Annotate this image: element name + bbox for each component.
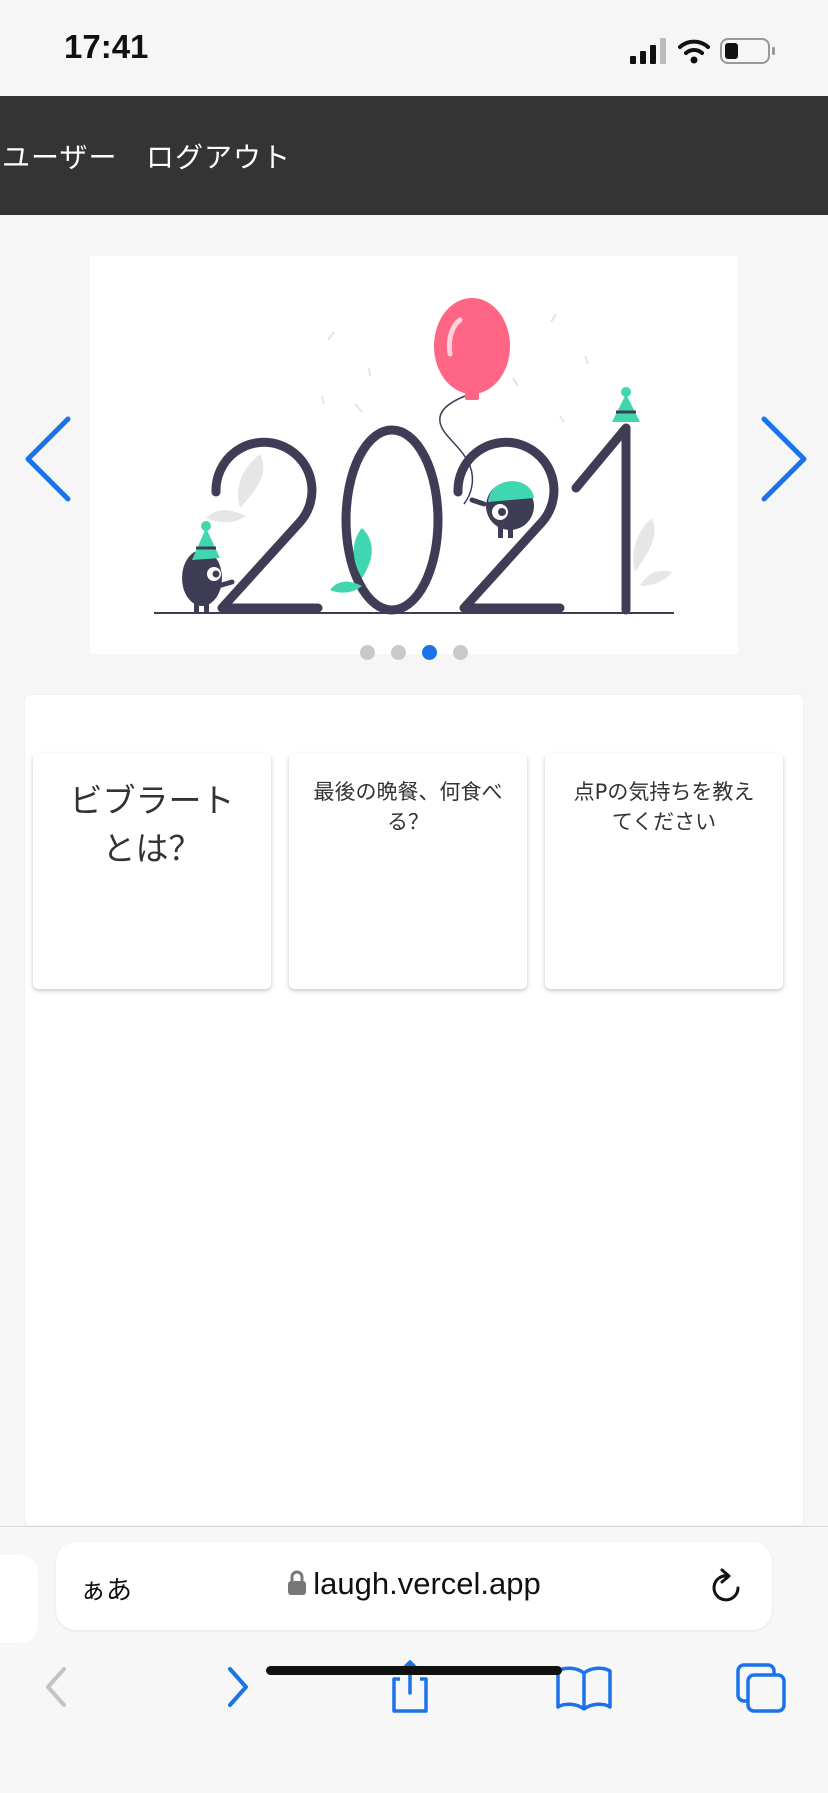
carousel-slide-image [90,256,738,654]
tabs-icon[interactable] [732,1657,792,1717]
url-text: laugh.vercel.app [313,1566,541,1601]
battery-icon [720,38,775,64]
carousel-dot[interactable] [391,645,406,660]
signal-icon [630,38,666,64]
topic-card[interactable]: ビブラートとは？ [33,753,271,989]
carousel-dot-active[interactable] [422,645,437,660]
carousel-next-arrow-icon[interactable] [752,409,812,509]
topic-title: 点Pの気持ちを教えてください [573,780,755,834]
nav-item-user[interactable]: ユーザー [2,136,117,176]
carousel-dot[interactable] [360,645,375,660]
topic-title: 最後の晩餐、何食べる？ [313,780,503,834]
topics-panel: ビブラートとは？ 最後の晩餐、何食べる？ 点Pの気持ちを教えてください [25,695,803,1525]
carousel-dot[interactable] [453,645,468,660]
new-year-2021-illustration [154,298,674,615]
carousel [0,215,828,685]
status-icons [630,38,775,64]
reload-icon[interactable] [708,1566,746,1606]
topic-card[interactable]: 点Pの気持ちを教えてください [545,753,783,989]
home-indicator [266,1666,562,1675]
topic-title: ビブラートとは？ [69,781,235,868]
browser-bar: ぁあ laugh.vercel.app [0,1526,828,1793]
topic-card[interactable]: 最後の晩餐、何食べる？ [289,753,527,989]
previous-tab-peek[interactable] [0,1555,38,1643]
status-time: 17:41 [64,28,149,65]
status-bar: 17:41 [0,0,828,96]
forward-icon[interactable] [206,1657,266,1717]
back-icon[interactable] [28,1657,88,1717]
navbar: ユーザー ログアウト [0,96,828,215]
address-bar[interactable]: ぁあ laugh.vercel.app [56,1542,772,1630]
lock-icon [288,1570,307,1595]
bookmarks-icon[interactable] [554,1657,614,1717]
carousel-prev-arrow-icon[interactable] [20,409,80,509]
wifi-icon [678,39,710,64]
nav-item-logout[interactable]: ログアウト [146,136,291,176]
carousel-indicators [0,645,828,665]
